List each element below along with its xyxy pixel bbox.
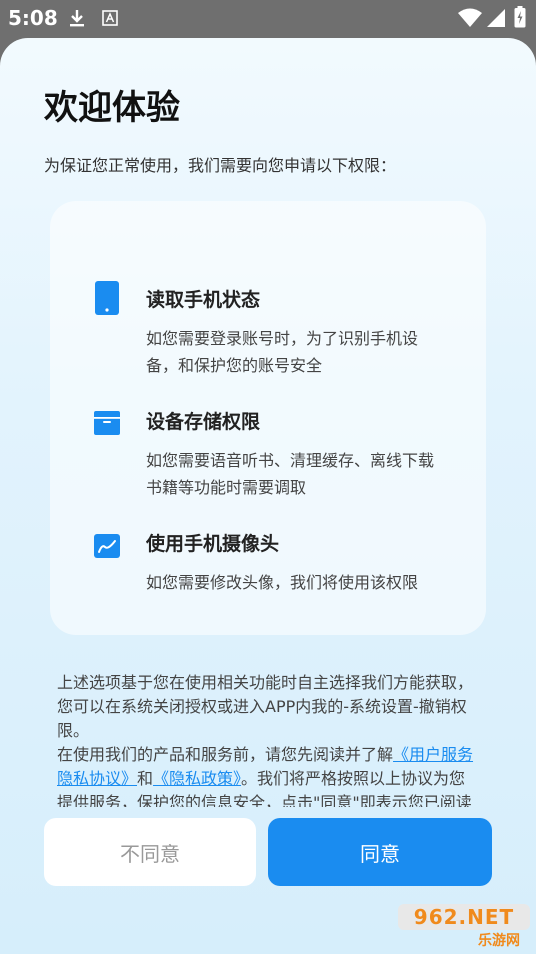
download-icon: [70, 10, 84, 27]
battery-charging-icon: [514, 6, 526, 28]
dialog-subtitle: 为保证您正常使用，我们需要向您申请以下权限：: [44, 156, 397, 175]
notice-and: 和: [137, 769, 154, 788]
status-time: 5:08: [8, 6, 58, 30]
wifi-icon: [458, 8, 482, 27]
permission-desc: 如您需要语音听书、清理缓存、离线下载书籍等功能时需要调取: [146, 451, 435, 497]
permission-title: 使用手机摄像头: [146, 533, 280, 555]
permission-desc: 如您需要修改头像，我们将使用该权限: [146, 573, 419, 592]
watermark-logo: 962.NET 乐游网: [398, 904, 530, 950]
accept-button[interactable]: 同意: [268, 818, 492, 886]
watermark-top: 962.NET: [398, 904, 530, 930]
privacy-notice[interactable]: 上述选项基于您在使用相关功能时自主选择我们方能获取，您可以在系统关闭授权或进入A…: [57, 671, 477, 807]
reject-button[interactable]: 不同意: [44, 818, 256, 886]
permission-title: 设备存储权限: [146, 411, 261, 433]
camera-icon: [94, 534, 120, 558]
status-bar: 5:08: [0, 0, 536, 36]
storage-icon: [94, 411, 120, 435]
watermark-bottom: 乐游网: [478, 933, 520, 949]
notice-prefix: 在使用我们的产品和服务前，请您先阅读并了解: [57, 745, 394, 764]
notice-paragraph-2: 在使用我们的产品和服务前，请您先阅读并了解《用户服务隐私协议》和《隐私政策》。我…: [57, 743, 477, 807]
dialog-title: 欢迎体验: [44, 88, 180, 128]
permission-title: 读取手机状态: [146, 289, 261, 311]
permission-desc: 如您需要登录账号时，为了识别手机设备，和保护您的账号安全: [146, 329, 419, 375]
text-a-icon: [102, 10, 118, 26]
phone-icon: [95, 281, 119, 315]
notice-paragraph-1: 上述选项基于您在使用相关功能时自主选择我们方能获取，您可以在系统关闭授权或进入A…: [57, 673, 474, 740]
privacy-policy-link[interactable]: 《隐私政策》: [153, 769, 241, 788]
permission-dialog: 欢迎体验 为保证您正常使用，我们需要向您申请以下权限： 读取手机状态 如您需要登…: [0, 38, 536, 954]
permissions-card: 读取手机状态 如您需要登录账号时，为了识别手机设备，和保护您的账号安全 设备存储…: [50, 201, 486, 635]
signal-icon: [487, 9, 505, 27]
